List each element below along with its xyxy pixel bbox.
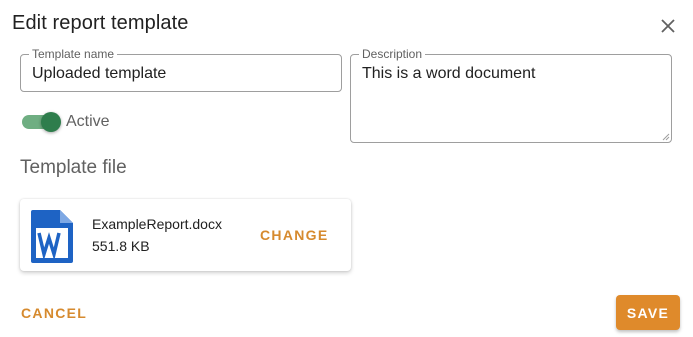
active-label: Active bbox=[66, 113, 110, 130]
change-file-button[interactable]: CHANGE bbox=[260, 227, 328, 243]
template-name-value[interactable]: Uploaded template bbox=[32, 65, 166, 83]
cancel-button[interactable]: CANCEL bbox=[21, 305, 87, 321]
save-button[interactable]: SAVE bbox=[616, 295, 680, 330]
file-name: ExampleReport.docx bbox=[92, 216, 222, 232]
word-document-icon bbox=[31, 210, 73, 263]
description-field[interactable]: Description This is a word document bbox=[350, 48, 672, 143]
active-toggle[interactable] bbox=[22, 110, 62, 134]
dialog-title: Edit report template bbox=[12, 12, 189, 34]
resize-grip-icon[interactable] bbox=[662, 133, 670, 141]
toggle-thumb bbox=[41, 112, 61, 132]
template-name-label: Template name bbox=[29, 48, 118, 61]
description-value[interactable]: This is a word document bbox=[362, 65, 535, 83]
close-button[interactable] bbox=[656, 14, 680, 38]
close-icon bbox=[661, 19, 675, 33]
template-file-card: ExampleReport.docx 551.8 KB CHANGE bbox=[20, 199, 351, 271]
template-file-heading: Template file bbox=[20, 157, 127, 178]
file-size: 551.8 KB bbox=[92, 238, 150, 254]
description-label: Description bbox=[359, 48, 426, 61]
template-name-field[interactable]: Template name Uploaded template bbox=[20, 48, 342, 92]
